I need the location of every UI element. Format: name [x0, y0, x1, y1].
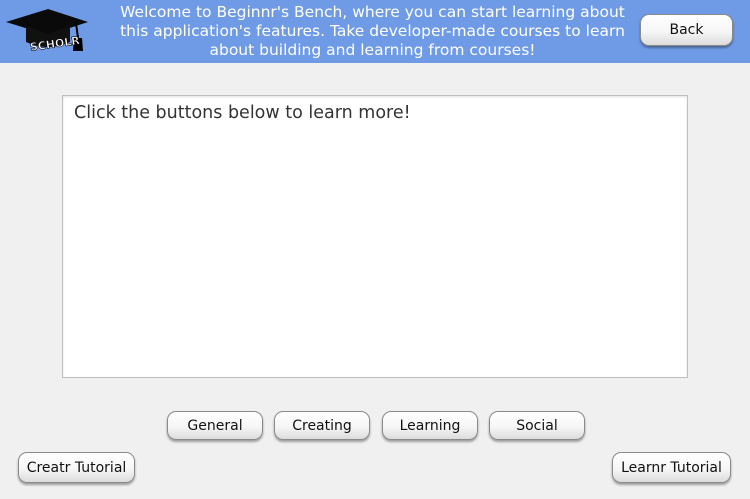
social-button[interactable]: Social — [489, 411, 585, 440]
info-text: Click the buttons below to learn more! — [74, 103, 411, 123]
creating-button[interactable]: Creating — [274, 411, 370, 440]
header-bar: SCHOLR Welcome to Beginnr's Bench, where… — [0, 0, 750, 63]
learning-button[interactable]: Learning — [382, 411, 478, 440]
app-logo: SCHOLR — [4, 6, 90, 58]
general-button[interactable]: General — [167, 411, 263, 440]
learner-tutorial-button[interactable]: Learnr Tutorial — [612, 452, 731, 483]
back-button[interactable]: Back — [640, 14, 733, 46]
info-text-area: Click the buttons below to learn more! — [62, 95, 688, 378]
welcome-message: Welcome to Beginnr's Bench, where you ca… — [120, 3, 625, 59]
graduation-cap-icon: SCHOLR — [6, 9, 88, 54]
creator-tutorial-button[interactable]: Creatr Tutorial — [18, 452, 135, 483]
